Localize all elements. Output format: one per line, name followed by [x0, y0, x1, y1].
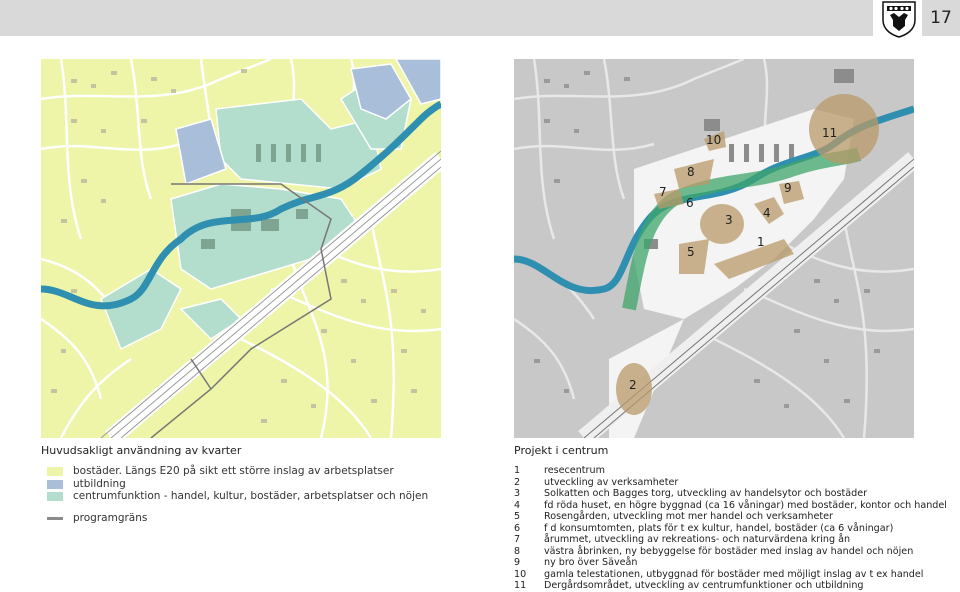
project-label-5: 5 [687, 245, 695, 259]
project-text: utveckling av verksamheter [544, 476, 679, 488]
list-item: 7 årummet, utveckling av rekreations- och… [514, 534, 947, 546]
projects-map: 1 2 3 4 5 6 7 8 9 10 11 [514, 59, 914, 438]
project-label-8: 8 [687, 165, 695, 179]
project-label-6: 6 [686, 196, 694, 210]
project-number: 7 [514, 534, 521, 545]
page-number: 17 [922, 0, 960, 36]
project-text: årummet, utveckling av rekreations- och … [544, 534, 851, 545]
legend-item-housing: bostäder. Längs E20 på sikt ett större i… [47, 465, 394, 477]
project-label-11: 11 [822, 126, 837, 140]
right-map-title: Projekt i centrum [514, 444, 609, 457]
legend-line-swatch [47, 516, 63, 520]
project-number: 6 [514, 522, 521, 534]
project-label-4: 4 [763, 206, 771, 220]
project-list: 1 resecentrum 2 utveckling av verksamheter… [514, 465, 947, 592]
list-item: 6 f d konsumtomten, plats för t ex kultur… [514, 523, 947, 535]
legend-label: programgräns [73, 512, 148, 524]
project-text: västra åbrinken, ny bebyggelse för bostä… [544, 545, 914, 557]
list-item: 8 västra åbrinken, ny bebyggelse för bost… [514, 546, 947, 558]
project-text: resecentrum [544, 465, 605, 476]
list-item: 1 resecentrum [514, 465, 947, 477]
legend-item-education: utbildning [47, 478, 126, 490]
municipal-coat-of-arms-icon [881, 0, 917, 38]
project-text: f d konsumtomten, plats för t ex kultur,… [544, 522, 894, 534]
project-text: Solkatten och Bagges torg, utveckling av… [544, 488, 868, 499]
project-number: 4 [514, 499, 521, 511]
project-label-3: 3 [725, 213, 733, 227]
list-item: 3 Solkatten och Bagges torg, utveckling a… [514, 488, 947, 500]
project-number: 3 [514, 488, 521, 499]
project-label-9: 9 [784, 181, 792, 195]
project-number: 2 [514, 476, 521, 488]
project-text: fd röda huset, en högre byggnad (ca 16 v… [544, 499, 947, 511]
legend-swatch [47, 491, 63, 501]
legend-item-program-boundary: programgräns [47, 512, 147, 524]
project-label-2: 2 [629, 378, 637, 392]
project-number: 1 [514, 465, 521, 476]
project-number: 8 [514, 545, 521, 557]
project-label-7: 7 [659, 185, 667, 199]
legend-label: centrumfunktion - handel, kultur, bostäd… [73, 490, 429, 502]
project-number: 10 [514, 568, 527, 580]
project-label-1: 1 [757, 235, 765, 249]
list-item: 9 ny bro över Säveån [514, 557, 947, 569]
list-item: 2 utveckling av verksamheter [514, 477, 947, 489]
legend-swatch [47, 466, 63, 476]
land-use-map [41, 59, 441, 438]
list-item: 10 gamla telestationen, utbyggnad för bos… [514, 569, 947, 581]
list-item: 5 Rosengården, utveckling mot mer handel … [514, 511, 947, 523]
project-text: Rosengården, utveckling mot mer handel o… [544, 511, 833, 522]
legend-item-center: centrumfunktion - handel, kultur, bostäd… [47, 490, 428, 502]
project-text: gamla telestationen, utbyggnad för bostä… [544, 568, 924, 580]
project-number: 5 [514, 511, 521, 522]
legend-label: utbildning [73, 478, 126, 490]
legend-swatch [47, 479, 63, 489]
project-label-10: 10 [706, 133, 721, 147]
header-bar [0, 0, 873, 36]
project-number: 9 [514, 557, 521, 568]
list-item: 4 fd röda huset, en högre byggnad (ca 16 … [514, 500, 947, 512]
legend-label: bostäder. Längs E20 på sikt ett större i… [73, 465, 394, 477]
project-text: ny bro över Säveån [544, 557, 638, 568]
left-map-title: Huvudsakligt användning av kvarter [41, 444, 242, 457]
